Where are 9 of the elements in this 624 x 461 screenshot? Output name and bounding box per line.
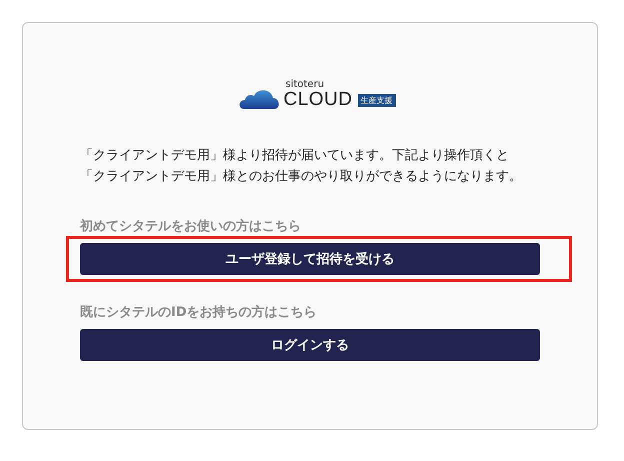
- cloud-icon: [238, 87, 280, 109]
- login-button[interactable]: ログインする: [80, 329, 540, 361]
- logo-badge: 生産支援: [358, 94, 396, 107]
- logo-subtitle: sitoteru: [285, 80, 326, 90]
- invitation-message: 「クライアントデモ用」様より招待が届いています。下記より操作頂くと「クライアントデモ用」様とのお仕事のやり取りができるようになります。: [80, 147, 523, 186]
- logo-title: CLOUD: [283, 90, 352, 109]
- register-button[interactable]: ユーザ登録して招待を受ける: [80, 243, 540, 275]
- section-label: 初めてシタテルをお使いの方はこちら: [80, 218, 302, 235]
- section-label: 既にシタテルのIDをお持ちの方はこちら: [80, 304, 318, 321]
